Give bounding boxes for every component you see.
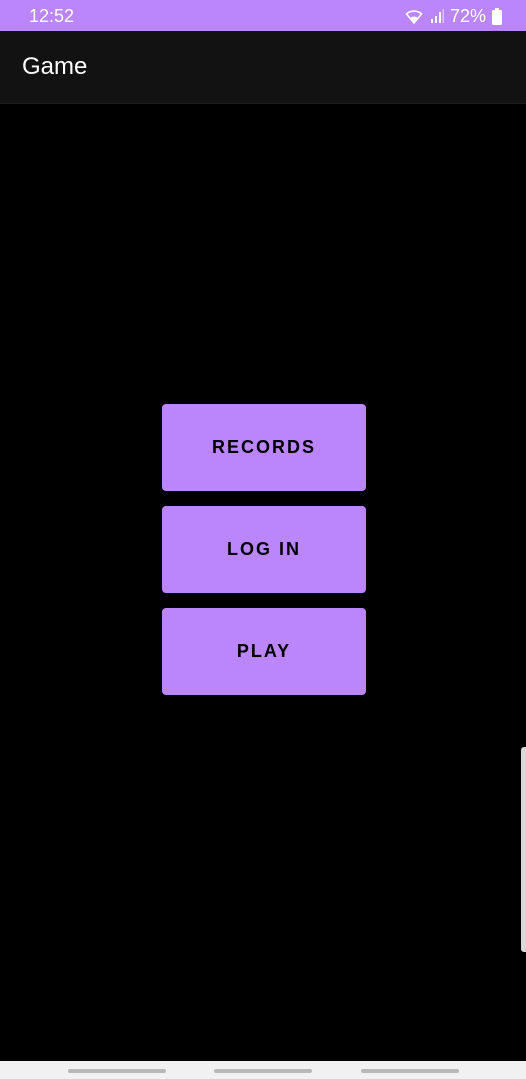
status-time: 12:52: [29, 6, 75, 26]
records-button[interactable]: RECORDS: [162, 404, 366, 491]
battery-icon: [492, 7, 502, 25]
app-bar: Game: [0, 31, 526, 104]
home-button[interactable]: [214, 1069, 312, 1073]
recent-apps-button[interactable]: [68, 1069, 166, 1073]
status-bar: 12:52 72%: [0, 0, 526, 31]
signal-icon: [430, 8, 444, 24]
edge-panel-handle[interactable]: [521, 747, 526, 952]
wifi-icon: [404, 8, 424, 24]
play-button[interactable]: PLAY: [162, 608, 366, 695]
navigation-bar: [0, 1061, 526, 1079]
status-icons: 72%: [404, 5, 502, 27]
battery-percent: 72%: [449, 5, 486, 26]
app-title: Game: [22, 53, 88, 80]
log-in-button[interactable]: LOG IN: [162, 506, 366, 593]
back-button[interactable]: [361, 1069, 459, 1073]
